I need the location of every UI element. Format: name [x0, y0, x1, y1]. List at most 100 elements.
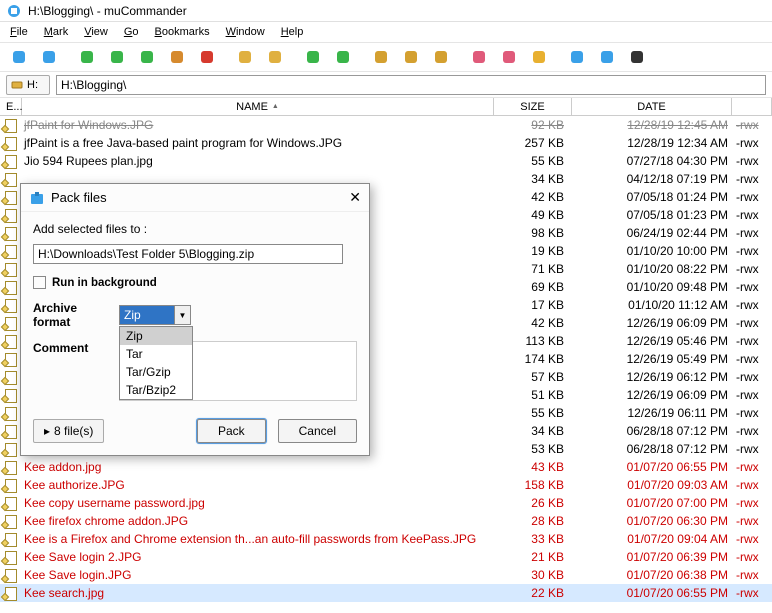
pack-button[interactable]: Pack [197, 419, 266, 443]
format-option-tar-gzip[interactable]: Tar/Gzip [120, 363, 192, 381]
menu-view[interactable]: View [78, 24, 114, 40]
format-option-tar[interactable]: Tar [120, 345, 192, 363]
box1-icon[interactable] [370, 46, 392, 68]
heart-icon[interactable] [468, 46, 490, 68]
pack-icon [29, 190, 45, 206]
file-name: Kee Save login 2.JPG [22, 550, 494, 564]
file-size: 69 KB [494, 280, 572, 294]
file-perm: -rwx [732, 226, 772, 240]
sort-asc-icon: ▲ [272, 103, 279, 110]
file-name: Kee copy username password.jpg [22, 496, 494, 510]
file-date: 01/07/20 09:04 AM [572, 532, 732, 546]
menu-bookmarks[interactable]: Bookmarks [149, 24, 216, 40]
table-header: E... NAME▲ SIZE DATE [0, 98, 772, 116]
globe-icon[interactable] [566, 46, 588, 68]
table-row[interactable]: Kee Save login 2.JPG21 KB01/07/20 06:39 … [0, 548, 772, 566]
chevron-down-icon[interactable]: ▼ [174, 306, 190, 324]
files-count-button[interactable]: ▸8 file(s) [33, 419, 104, 443]
forward-icon[interactable] [106, 46, 128, 68]
file-perm: -rwx [732, 316, 772, 330]
close-icon[interactable]: ✕ [349, 189, 361, 206]
file-perm: -rwx [732, 406, 772, 420]
file-perm: -rwx [732, 352, 772, 366]
file-size: 43 KB [494, 460, 572, 474]
file-perm: -rwx [732, 550, 772, 564]
swap-icon[interactable] [332, 46, 354, 68]
file-icon [4, 154, 18, 168]
file-date: 12/26/19 05:46 PM [572, 334, 732, 348]
menubar: FileMarkViewGoBookmarksWindowHelp [0, 22, 772, 42]
file-icon [4, 586, 18, 600]
file-size: 158 KB [494, 478, 572, 492]
file-size: 34 KB [494, 424, 572, 438]
path-input[interactable] [56, 75, 766, 95]
column-perm[interactable] [732, 98, 772, 115]
file-icon [4, 190, 18, 204]
menu-go[interactable]: Go [118, 24, 145, 40]
file-size: 33 KB [494, 532, 572, 546]
terminal-icon[interactable] [626, 46, 648, 68]
folder-new-icon[interactable] [234, 46, 256, 68]
table-row[interactable]: Jio 594 Rupees plan.jpg55 KB07/27/18 04:… [0, 152, 772, 170]
file-perm: -rwx [732, 586, 772, 600]
file-icon [4, 118, 18, 132]
table-row[interactable]: Kee Save login.JPG30 KB01/07/20 06:38 PM… [0, 566, 772, 584]
tab-icon[interactable] [38, 46, 60, 68]
file-icon [4, 514, 18, 528]
drive-selector[interactable]: H: [6, 75, 50, 95]
menu-help[interactable]: Help [275, 24, 310, 40]
key-icon[interactable] [528, 46, 550, 68]
run-background-label: Run in background [52, 277, 157, 289]
globe2-icon[interactable] [596, 46, 618, 68]
file-date: 01/07/20 09:03 AM [572, 478, 732, 492]
table-row[interactable]: jfPaint is a free Java-based paint progr… [0, 134, 772, 152]
file-date: 04/12/18 07:19 PM [572, 172, 732, 186]
column-date[interactable]: DATE [572, 98, 732, 115]
table-row[interactable]: Kee is a Firefox and Chrome extension th… [0, 530, 772, 548]
table-row[interactable]: jfPaint for Windows.JPG92 KB12/28/19 12:… [0, 116, 772, 134]
column-name[interactable]: NAME▲ [22, 98, 494, 115]
file-size: 55 KB [494, 406, 572, 420]
file-size: 42 KB [494, 316, 572, 330]
table-row[interactable]: Kee copy username password.jpg26 KB01/07… [0, 494, 772, 512]
back-icon[interactable] [76, 46, 98, 68]
file-icon [4, 550, 18, 564]
file-icon [4, 298, 18, 312]
column-size[interactable]: SIZE [494, 98, 572, 115]
file-size: 98 KB [494, 226, 572, 240]
box3-icon[interactable] [430, 46, 452, 68]
file-perm: -rwx [732, 388, 772, 402]
table-row[interactable]: Kee addon.jpg43 KB01/07/20 06:55 PM-rwx [0, 458, 772, 476]
fav-icon[interactable] [498, 46, 520, 68]
archive-format-select[interactable]: Zip ▼ ZipTarTar/GzipTar/Bzip2 [119, 305, 191, 325]
table-row[interactable]: Kee search.jpg22 KB01/07/20 06:55 PM-rwx [0, 584, 772, 602]
window-title: H:\Blogging\ - muCommander [28, 4, 187, 18]
file-perm: -rwx [732, 154, 772, 168]
column-ext[interactable]: E... [0, 98, 22, 115]
destination-input[interactable] [33, 244, 343, 264]
file-size: 26 KB [494, 496, 572, 510]
refresh-icon[interactable] [302, 46, 324, 68]
new-window-icon[interactable] [8, 46, 30, 68]
menu-mark[interactable]: Mark [38, 24, 74, 40]
file-icon [4, 406, 18, 420]
archive-format-value: Zip [120, 306, 174, 324]
file-perm: -rwx [732, 172, 772, 186]
stop-icon[interactable] [196, 46, 218, 68]
home-icon[interactable] [166, 46, 188, 68]
format-option-tar-bzip2[interactable]: Tar/Bzip2 [120, 381, 192, 399]
format-option-zip[interactable]: Zip [120, 327, 192, 345]
file-date: 12/26/19 06:12 PM [572, 370, 732, 384]
file-date: 01/10/20 09:48 PM [572, 280, 732, 294]
file-perm: -rwx [732, 532, 772, 546]
menu-window[interactable]: Window [220, 24, 271, 40]
folder-open-icon[interactable] [264, 46, 286, 68]
cancel-button[interactable]: Cancel [278, 419, 357, 443]
menu-file[interactable]: File [4, 24, 34, 40]
box2-icon[interactable] [400, 46, 422, 68]
run-background-checkbox[interactable] [33, 276, 46, 289]
parent-icon[interactable] [136, 46, 158, 68]
file-date: 06/28/18 07:12 PM [572, 442, 732, 456]
table-row[interactable]: Kee firefox chrome addon.JPG28 KB01/07/2… [0, 512, 772, 530]
table-row[interactable]: Kee authorize.JPG158 KB01/07/20 09:03 AM… [0, 476, 772, 494]
